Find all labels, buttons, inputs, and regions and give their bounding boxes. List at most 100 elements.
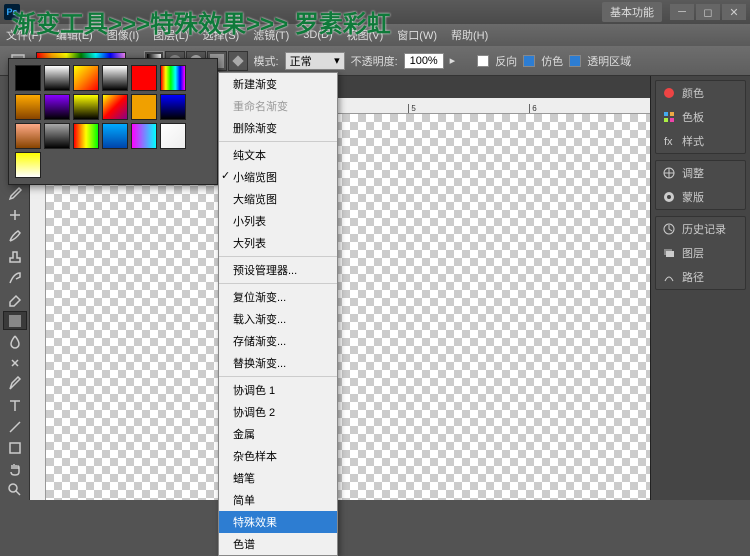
menu-item[interactable]: 协调色 1 [219,379,337,401]
menu-item[interactable]: 存储渐变... [219,330,337,352]
gradient-tool[interactable] [3,311,27,330]
panel-label: 路径 [682,269,704,285]
menu-item[interactable]: 纯文本 [219,144,337,166]
dither-checkbox[interactable] [523,55,535,67]
eyedropper-tool[interactable] [3,184,27,203]
panel-label: 样式 [682,133,704,149]
type-tool[interactable] [3,396,27,415]
pen-tool[interactable] [3,375,27,394]
panel-swatches[interactable]: 色板 [656,105,745,129]
gradient-swatch[interactable] [160,123,186,149]
menu-item[interactable]: 窗口(W) [397,27,437,43]
adjust-icon [662,166,676,180]
menu-item[interactable]: 新建渐变 [219,73,337,95]
zoom-tool[interactable] [3,481,27,500]
panel-color[interactable]: 颜色 [656,81,745,105]
gradient-swatch[interactable] [160,65,186,91]
panel-adjust[interactable]: 调整 [656,161,745,185]
menu-item[interactable]: 替换渐变... [219,352,337,374]
close-button[interactable]: ✕ [722,4,746,20]
gradient-swatch[interactable] [131,94,157,120]
gradient-swatch[interactable] [73,123,99,149]
panel-group: 颜色色板 fx 样式 [655,80,746,154]
menu-item[interactable]: 小列表 [219,210,337,232]
menu-item[interactable]: 简单 [219,489,337,511]
history-icon [662,222,676,236]
gradient-swatch[interactable] [44,65,70,91]
menu-item[interactable]: 杂色样本 [219,445,337,467]
brush-tool[interactable] [3,226,27,245]
gradient-swatch[interactable] [15,123,41,149]
workspace-switcher[interactable]: 基本功能 [602,2,662,22]
menu-item[interactable]: 小缩览图 [219,166,337,188]
history-tool[interactable] [3,269,27,288]
menu-item[interactable]: 复位渐变... [219,286,337,308]
tutorial-overlay: 渐变工具>>>特殊效果>>> 罗素彩虹 [12,4,391,39]
opacity-arrow-icon[interactable]: ▸ [450,54,456,67]
gradient-swatch[interactable] [160,94,186,120]
menu-separator [219,283,337,284]
mode-label: 模式: [254,53,279,69]
stamp-tool[interactable] [3,248,27,267]
gradient-swatch[interactable] [131,65,157,91]
maximize-button[interactable]: ◻ [696,4,720,20]
opacity-input[interactable]: 100% [404,53,444,69]
panel-paths[interactable]: 路径 [656,265,745,289]
panel-label: 调整 [682,165,704,181]
path-tool[interactable] [3,417,27,436]
transparency-label: 透明区域 [587,53,631,69]
menu-item[interactable]: 色谱 [219,533,337,555]
reverse-checkbox[interactable] [477,55,489,67]
blur-tool[interactable] [3,332,27,351]
menu-separator [219,141,337,142]
panel-label: 图层 [682,245,704,261]
dither-label: 仿色 [541,53,563,69]
gradient-picker-popup [8,58,218,185]
heal-tool[interactable] [3,205,27,224]
panel-history[interactable]: 历史记录 [656,217,745,241]
transparency-checkbox[interactable] [569,55,581,67]
gradient-swatch[interactable] [15,94,41,120]
blend-mode-select[interactable]: 正常▾ [285,52,345,70]
gradient-swatch[interactable] [44,94,70,120]
hand-tool[interactable] [3,460,27,479]
menu-item[interactable]: 大缩览图 [219,188,337,210]
gradient-picker-menu: 新建渐变重命名渐变删除渐变纯文本小缩览图大缩览图小列表大列表预设管理器... 复位… [218,72,338,556]
menu-item[interactable]: 帮助(H) [451,27,488,43]
svg-text:fx: fx [664,136,673,148]
menu-separator [219,256,337,257]
panel-styles[interactable]: fx 样式 [656,129,745,153]
menu-item[interactable]: 金属 [219,423,337,445]
menu-item[interactable]: 协调色 2 [219,401,337,423]
menu-item[interactable]: 载入渐变... [219,308,337,330]
ruler-tick: 6 [529,104,650,113]
color-icon [662,86,676,100]
diamond-gradient-button[interactable] [228,51,248,71]
gradient-swatch[interactable] [44,123,70,149]
menu-separator [219,376,337,377]
layers-icon [662,246,676,260]
gradient-swatch[interactable] [15,65,41,91]
gradient-swatch[interactable] [15,152,41,178]
eraser-tool[interactable] [3,290,27,309]
minimize-button[interactable]: ─ [670,4,694,20]
menu-item[interactable]: 预设管理器... [219,259,337,281]
panel-mask[interactable]: 蒙版 [656,185,745,209]
panel-label: 蒙版 [682,189,704,205]
menu-item[interactable]: 大列表 [219,232,337,254]
gradient-swatch[interactable] [73,94,99,120]
panel-label: 颜色 [682,85,704,101]
gradient-swatch[interactable] [102,123,128,149]
gradient-swatch[interactable] [131,123,157,149]
shape-tool[interactable] [3,438,27,457]
dodge-tool[interactable] [3,354,27,373]
menu-item[interactable]: 删除渐变 [219,117,337,139]
menu-item[interactable]: 特殊效果 [219,511,337,533]
menu-item: 重命名渐变 [219,95,337,117]
gradient-swatch[interactable] [102,94,128,120]
panel-label: 历史记录 [682,221,726,237]
panel-layers[interactable]: 图层 [656,241,745,265]
menu-item[interactable]: 蜡笔 [219,467,337,489]
gradient-swatch[interactable] [73,65,99,91]
gradient-swatch[interactable] [102,65,128,91]
